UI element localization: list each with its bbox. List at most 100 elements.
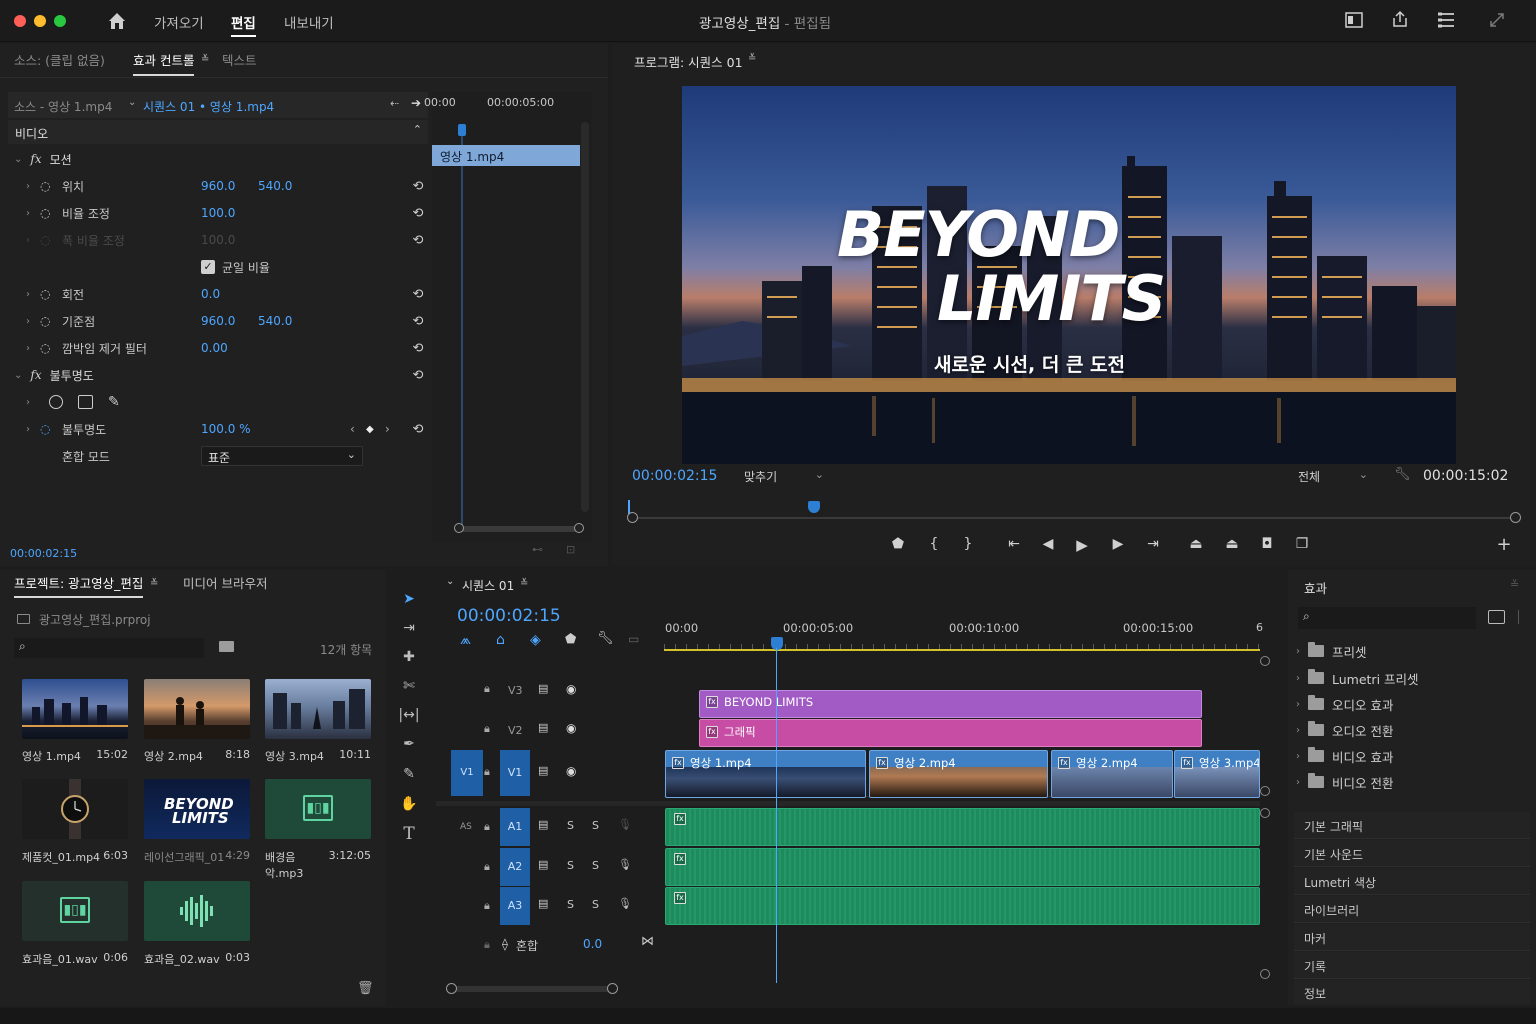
zoom-handle-right[interactable]: [1510, 512, 1521, 523]
scrubber-playhead[interactable]: [808, 501, 820, 513]
source-a-patch[interactable]: AS: [460, 822, 472, 832]
mic-icon[interactable]: 🎙︎: [618, 897, 632, 910]
scale-row[interactable]: › ◌ 비율 조정 100.0 ⟲: [8, 200, 428, 226]
vertical-scroll-a[interactable]: [1260, 808, 1270, 818]
project-search-input[interactable]: ⌕: [14, 638, 204, 658]
folder-video-effects[interactable]: › 비디오 효과: [1296, 743, 1393, 769]
source-clip-label[interactable]: 소스 - 영상 1.mp4: [14, 98, 112, 115]
audio-clip-a1[interactable]: fx: [665, 808, 1260, 846]
horizontal-scrollbar[interactable]: [452, 986, 612, 992]
go-to-out-icon[interactable]: ⇥: [1143, 536, 1163, 552]
caption-icon[interactable]: ▭: [628, 632, 639, 646]
panel-markers[interactable]: 마커: [1294, 924, 1530, 951]
minimize-window-button[interactable]: [34, 15, 46, 27]
panel-info[interactable]: 정보: [1294, 980, 1530, 1004]
mark-in-icon[interactable]: {: [924, 536, 944, 552]
film-icon[interactable]: ▤: [538, 818, 548, 831]
go-to-in-icon[interactable]: ⇤: [1004, 536, 1024, 552]
program-scrubber[interactable]: [627, 498, 1521, 524]
thumb-music[interactable]: ▮▯▮: [265, 779, 371, 839]
step-forward-icon[interactable]: ▶︎: [1108, 536, 1128, 552]
folder-lumetri-presets[interactable]: › Lumetri 프리셋: [1296, 665, 1419, 691]
new-custom-bin-icon[interactable]: [1488, 610, 1505, 624]
mix-toggle-icon[interactable]: ⋈: [641, 934, 654, 949]
opacity-section-row[interactable]: ⌄ fx 불투명도 ⟲: [8, 362, 428, 388]
film-icon[interactable]: ▤: [538, 682, 548, 695]
expand-icon[interactable]: ›: [26, 424, 30, 435]
razor-tool-icon[interactable]: ✄: [398, 675, 420, 697]
rect-mask-icon[interactable]: [78, 395, 93, 409]
maximize-window-button[interactable]: [54, 15, 66, 27]
blend-mode-select[interactable]: 표준 ⌄: [201, 446, 363, 466]
reset-icon[interactable]: ⟲: [408, 368, 428, 383]
lock-icon[interactable]: 🔒︎: [484, 860, 490, 874]
stopwatch-icon[interactable]: ◌: [40, 341, 50, 355]
snap-icon[interactable]: ⩕: [460, 632, 471, 648]
solo-button[interactable]: S: [592, 819, 599, 832]
expand-icon[interactable]: ⌄: [14, 370, 22, 381]
lock-icon[interactable]: 🔒︎: [484, 899, 490, 913]
vertical-scroll-mid[interactable]: [1260, 786, 1270, 796]
linked-select-icon[interactable]: ⌂: [496, 632, 505, 648]
mute-button[interactable]: S: [567, 819, 574, 832]
title-clip[interactable]: fx BEYOND LIMITS: [699, 690, 1202, 718]
scale-value[interactable]: 100.0: [201, 206, 235, 220]
track-a2-label[interactable]: A2: [500, 848, 530, 886]
wrench-icon[interactable]: 🔧︎: [1394, 467, 1411, 482]
tab-source[interactable]: 소스: (클립 없음): [14, 44, 105, 78]
sequence-dropdown-icon[interactable]: ⌄: [128, 97, 136, 108]
panel-history[interactable]: 기록: [1294, 952, 1530, 979]
folder-audio-transitions[interactable]: › 오디오 전환: [1296, 717, 1393, 743]
effects-search-input[interactable]: ⌕: [1298, 607, 1476, 629]
position-y-value[interactable]: 540.0: [258, 179, 292, 193]
audio-clip-a2[interactable]: fx: [665, 848, 1260, 886]
mini-clip-bar[interactable]: 영상 1.mp4: [432, 145, 580, 166]
slip-tool-icon[interactable]: |↔|: [398, 704, 420, 726]
add-marker-icon[interactable]: ◈: [530, 632, 541, 648]
zoom-handle-left[interactable]: [627, 512, 638, 523]
panel-essential-graphics[interactable]: 기본 그래픽: [1294, 812, 1530, 839]
reset-icon[interactable]: ⟲: [408, 179, 428, 194]
stopwatch-icon[interactable]: ◌: [40, 206, 50, 220]
tab-menu-icon[interactable]: ≚: [150, 578, 158, 589]
solo-button[interactable]: S: [592, 898, 599, 911]
zoom-handle-right[interactable]: [607, 983, 618, 994]
mini-scrollbar[interactable]: [581, 122, 589, 512]
expand-icon[interactable]: ›: [1296, 725, 1300, 736]
folder-video-transitions[interactable]: › 비디오 전환: [1296, 769, 1393, 795]
thumb-video-3[interactable]: [265, 679, 371, 739]
fullscreen-icon[interactable]: [1489, 12, 1505, 28]
close-window-button[interactable]: [14, 15, 26, 27]
reset-icon[interactable]: ⟲: [408, 341, 428, 356]
rect-tool-icon[interactable]: ✎: [398, 763, 420, 785]
expand-icon[interactable]: ›: [1296, 673, 1300, 684]
panel-libraries[interactable]: 라이브러리: [1294, 896, 1530, 923]
ripple-edit-icon[interactable]: ✚: [398, 646, 420, 668]
pen-tool-icon[interactable]: ✒: [398, 733, 420, 755]
eye-icon[interactable]: ◉: [566, 764, 576, 778]
program-monitor-title[interactable]: 프로그램: 시퀀스 01: [634, 52, 743, 71]
expand-icon[interactable]: ⌄: [14, 154, 22, 165]
comparison-view-icon[interactable]: ❐: [1292, 536, 1312, 552]
rotation-row[interactable]: › ◌ 회전 0.0 ⟲: [8, 281, 428, 307]
video-clip-1[interactable]: fx 영상 1.mp4: [665, 750, 866, 798]
film-icon[interactable]: ▤: [538, 721, 548, 734]
vertical-scroll-bottom[interactable]: [1260, 969, 1270, 979]
film-icon[interactable]: ▤: [538, 897, 548, 910]
lock-icon[interactable]: 🔒︎: [484, 682, 490, 696]
add-keyframe-icon[interactable]: ◆: [366, 424, 374, 435]
expand-icon[interactable]: ›: [26, 181, 30, 192]
export-frame-icon[interactable]: ◘: [1257, 536, 1277, 552]
expand-icon[interactable]: ›: [1296, 646, 1300, 657]
program-timecode[interactable]: 00:00:02:15: [632, 468, 717, 484]
video-clip-3[interactable]: fx 영상 2.mp4: [1051, 750, 1173, 798]
expand-icon[interactable]: ›: [26, 316, 30, 327]
ellipse-mask-icon[interactable]: [49, 395, 63, 409]
collapse-icon[interactable]: ⌃: [413, 123, 422, 136]
menu-list-icon[interactable]: [1437, 12, 1455, 28]
play-icon[interactable]: ▶︎: [1072, 536, 1092, 554]
video-preview[interactable]: BEYOND LIMITS 새로운 시선, 더 큰 도전: [682, 86, 1456, 464]
lock-icon[interactable]: 🔒︎: [484, 820, 490, 834]
add-button-icon[interactable]: +: [1494, 534, 1514, 555]
anchor-x-value[interactable]: 960.0: [201, 314, 235, 328]
